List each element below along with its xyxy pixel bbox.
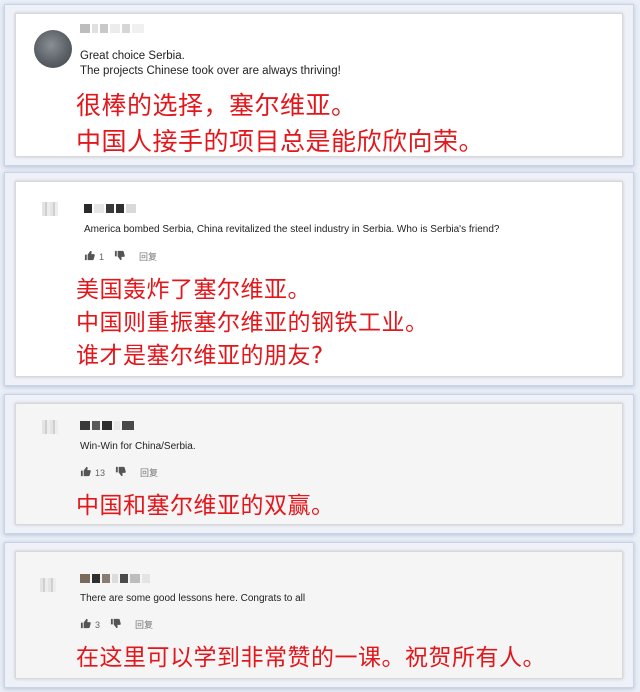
comment-frame-3: Win-Win for China/Serbia. 13 回复 中国和塞尔维亚的… bbox=[4, 394, 634, 534]
comment-card-3: Win-Win for China/Serbia. 13 回复 中国和塞尔维亚的… bbox=[15, 403, 623, 525]
comment-frame-1: Great choice Serbia. The projects Chines… bbox=[4, 4, 634, 166]
user-avatar[interactable] bbox=[40, 578, 56, 592]
comment-actions: 13 回复 bbox=[80, 466, 158, 479]
like-count: 13 bbox=[95, 467, 106, 478]
comment-translation-zh-line-1: 美国轰炸了塞尔维亚。 bbox=[76, 277, 311, 303]
comment-card-2: America bombed Serbia, China revitalized… bbox=[15, 181, 623, 377]
comment-translation-zh-line-1: 很棒的选择，塞尔维亚。 bbox=[76, 91, 357, 120]
thumbs-up-icon[interactable] bbox=[84, 250, 95, 263]
user-avatar[interactable] bbox=[34, 30, 72, 68]
user-avatar[interactable] bbox=[42, 202, 58, 216]
thumbs-up-icon[interactable] bbox=[80, 618, 91, 631]
like-count: 1 bbox=[99, 251, 105, 262]
thumbs-down-icon[interactable] bbox=[115, 466, 126, 479]
comment-text-en-line-2: The projects Chinese took over are alway… bbox=[80, 65, 341, 77]
username-blurred[interactable] bbox=[80, 574, 150, 583]
thumbs-down-icon[interactable] bbox=[110, 618, 121, 631]
comment-text-en: There are some good lessons here. Congra… bbox=[80, 593, 306, 604]
comment-text-en-line-1: Great choice Serbia. bbox=[80, 50, 185, 62]
comment-text-en: America bombed Serbia, China revitalized… bbox=[84, 224, 500, 235]
comment-text-en: Win-Win for China/Serbia. bbox=[80, 441, 196, 452]
comment-card-1: Great choice Serbia. The projects Chines… bbox=[15, 13, 623, 157]
thumbs-down-icon[interactable] bbox=[114, 250, 125, 263]
comment-frame-2: America bombed Serbia, China revitalized… bbox=[4, 172, 634, 386]
comment-translation-zh-line-1: 在这里可以学到非常赞的一课。祝贺所有人。 bbox=[76, 645, 546, 671]
comment-frame-4: There are some good lessons here. Congra… bbox=[4, 542, 634, 688]
comment-card-4: There are some good lessons here. Congra… bbox=[15, 551, 623, 679]
username-blurred[interactable] bbox=[84, 204, 136, 213]
username-blurred[interactable] bbox=[80, 421, 134, 430]
thumbs-up-icon[interactable] bbox=[80, 466, 91, 479]
comment-translation-zh-line-2: 中国则重振塞尔维亚的钢铁工业。 bbox=[76, 310, 429, 336]
like-count: 3 bbox=[95, 619, 101, 630]
username-blurred[interactable] bbox=[80, 24, 144, 33]
comment-translation-zh-line-3: 谁才是塞尔维亚的朋友? bbox=[76, 343, 324, 369]
reply-button[interactable]: 回复 bbox=[140, 466, 158, 479]
reply-button[interactable]: 回复 bbox=[139, 250, 157, 263]
reply-button[interactable]: 回复 bbox=[135, 618, 153, 631]
comment-translation-zh-line-1: 中国和塞尔维亚的双赢。 bbox=[76, 493, 335, 519]
comment-translation-zh-line-2: 中国人接手的项目总是能欣欣向荣。 bbox=[76, 127, 485, 156]
user-avatar[interactable] bbox=[42, 420, 58, 434]
comment-actions: 3 回复 bbox=[80, 618, 153, 631]
comment-actions: 1 回复 bbox=[84, 250, 157, 263]
